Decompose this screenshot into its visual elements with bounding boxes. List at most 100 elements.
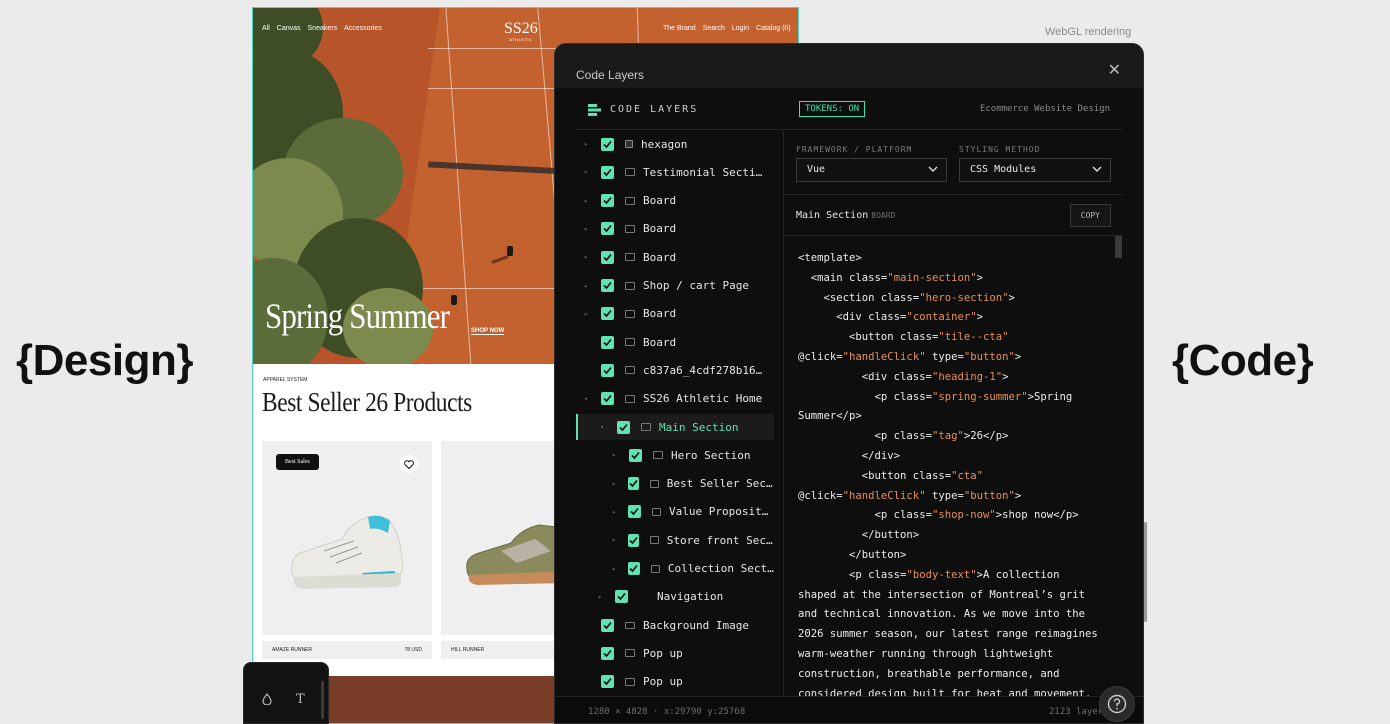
framework-label: FRAMEWORK / PLATFORM <box>796 145 913 154</box>
layer-checkbox[interactable] <box>601 194 614 208</box>
nav-brand[interactable]: The Brand <box>663 25 696 32</box>
layer-row[interactable]: ▸ Value Proposition <box>576 499 774 525</box>
layer-row[interactable]: Pop up <box>576 640 774 666</box>
layer-checkbox[interactable] <box>601 675 614 689</box>
expand-caret-icon[interactable]: ▸ <box>584 310 592 318</box>
expand-caret-icon[interactable]: ▾ <box>600 423 608 431</box>
frame-icon <box>625 677 635 686</box>
droplet-icon[interactable] <box>262 693 272 708</box>
expand-caret-icon[interactable]: ▸ <box>612 536 619 544</box>
layer-row[interactable]: ▸ Best Seller Section <box>576 471 774 497</box>
layer-row[interactable]: ▸ Testimonial Section <box>576 159 774 185</box>
styling-select[interactable]: CSS Modules <box>959 158 1111 182</box>
nav-catalog[interactable]: Catalog (0) <box>756 25 791 32</box>
frame-icon <box>650 564 660 573</box>
frame-icon <box>625 338 635 347</box>
nav-accessories[interactable]: Accessories <box>344 25 382 32</box>
expand-caret-icon[interactable]: ▸ <box>584 282 592 290</box>
text-tool-icon[interactable]: T <box>296 692 305 707</box>
layer-row[interactable]: ▸ Shop / cart Page <box>576 273 774 299</box>
layer-name: hexagon <box>641 137 688 151</box>
layer-checkbox[interactable] <box>601 307 614 321</box>
expand-caret-icon[interactable]: ▾ <box>584 395 592 403</box>
status-bar: 1280 × 4828 · x:29790 y:25768 2123 layer… <box>555 696 1143 723</box>
expand-caret-icon[interactable]: ▸ <box>584 253 592 261</box>
expand-caret-icon[interactable]: ▸ <box>612 480 619 488</box>
nav-all[interactable]: All <box>262 25 270 32</box>
frame-icon <box>641 423 651 431</box>
code-scrollbar[interactable] <box>1115 236 1122 258</box>
chevron-down-icon <box>928 166 938 172</box>
product-price: 78 USD <box>404 647 422 653</box>
layer-row[interactable]: ▾ SS26 Athletic Home <box>576 386 774 412</box>
layer-row[interactable]: Board <box>576 329 774 355</box>
code-layers-panel: Code Layers ✕ CODE LAYERS TOKENS: ON Eco… <box>554 43 1144 724</box>
section-bar: Main Section BOARD COPY <box>784 194 1123 236</box>
layer-checkbox[interactable] <box>601 335 614 349</box>
layer-name: Board <box>643 307 677 321</box>
code-layers-label: CODE LAYERS <box>610 104 699 115</box>
layer-row[interactable]: ▾ Main Section <box>576 414 774 440</box>
layer-row[interactable]: ▸ Navigation <box>576 584 774 610</box>
layer-checkbox[interactable] <box>601 279 614 292</box>
layer-checkbox[interactable] <box>628 505 641 519</box>
layer-checkbox[interactable] <box>627 533 639 547</box>
product-card[interactable]: Best Sales <box>262 441 432 635</box>
heart-icon[interactable] <box>400 455 418 473</box>
layer-name: Collection Section <box>667 562 774 575</box>
layer-row[interactable]: Pop up <box>576 669 774 695</box>
layer-name: Board <box>643 194 677 208</box>
layer-checkbox[interactable] <box>601 222 614 236</box>
nav-canvas[interactable]: Canvas <box>277 25 301 32</box>
layer-checkbox[interactable] <box>617 420 630 434</box>
layer-row[interactable]: ▸ Store front Section <box>576 527 774 553</box>
layer-checkbox[interactable] <box>601 392 614 406</box>
layer-row[interactable]: Background Image <box>576 612 774 638</box>
nav-sneakers[interactable]: Sneakers <box>308 25 338 32</box>
help-icon[interactable] <box>1099 686 1135 722</box>
layer-name: Background Image <box>643 618 749 632</box>
layer-checkbox[interactable] <box>601 363 614 377</box>
layer-row[interactable]: ▸ Collection Section <box>576 556 774 582</box>
layer-row[interactable]: ▸ Board <box>576 188 774 214</box>
expand-caret-icon[interactable]: ▸ <box>584 225 592 233</box>
frame-icon <box>625 309 635 318</box>
copy-button[interactable]: COPY <box>1069 204 1111 227</box>
layer-checkbox[interactable] <box>627 477 639 491</box>
layer-row[interactable]: ▸ hexagon <box>576 131 774 157</box>
layer-checkbox[interactable] <box>601 165 614 179</box>
layer-checkbox[interactable] <box>629 448 642 462</box>
nav-search[interactable]: Search <box>703 25 725 32</box>
expand-caret-icon[interactable]: ▸ <box>612 565 619 573</box>
nav-login[interactable]: Login <box>732 25 749 32</box>
layer-row[interactable]: ▸ Board <box>576 301 774 327</box>
layer-name: Board <box>643 335 677 349</box>
layer-checkbox[interactable] <box>615 590 628 604</box>
expand-caret-icon[interactable]: ▸ <box>584 140 592 148</box>
expand-caret-icon[interactable]: ▸ <box>612 451 620 459</box>
layer-checkbox[interactable] <box>601 250 614 264</box>
layer-checkbox[interactable] <box>628 562 640 575</box>
layer-name: Best Seller Section <box>666 477 774 491</box>
toolbar-scrollbar[interactable] <box>321 681 324 719</box>
layer-checkbox[interactable] <box>601 618 614 632</box>
page-scrollbar[interactable] <box>1144 522 1147 622</box>
code-block: <template> <main class="main-section"> <… <box>798 252 1098 700</box>
expand-caret-icon[interactable]: ▸ <box>612 508 619 516</box>
layer-checkbox[interactable] <box>601 137 614 151</box>
layer-checkbox[interactable] <box>601 646 614 660</box>
framework-select[interactable]: Vue <box>796 158 947 182</box>
frame-icon <box>625 281 635 290</box>
layer-row[interactable]: ▸ Board <box>576 244 774 270</box>
layer-row[interactable]: ▸ Hero Section <box>576 442 774 468</box>
layer-row[interactable]: ▸ Board <box>576 216 774 242</box>
layer-name: Value Proposition <box>669 505 774 519</box>
tokens-toggle[interactable]: TOKENS: ON <box>799 101 866 117</box>
image-icon <box>625 621 635 629</box>
expand-caret-icon[interactable]: ▸ <box>598 593 606 601</box>
close-icon[interactable]: ✕ <box>1108 62 1121 78</box>
expand-caret-icon[interactable]: ▸ <box>584 168 592 176</box>
expand-caret-icon[interactable]: ▸ <box>584 197 592 205</box>
layer-row[interactable]: c837a6_4cdf278b16... <box>576 357 774 383</box>
shop-now-link[interactable]: SHOP NOW <box>471 328 505 335</box>
